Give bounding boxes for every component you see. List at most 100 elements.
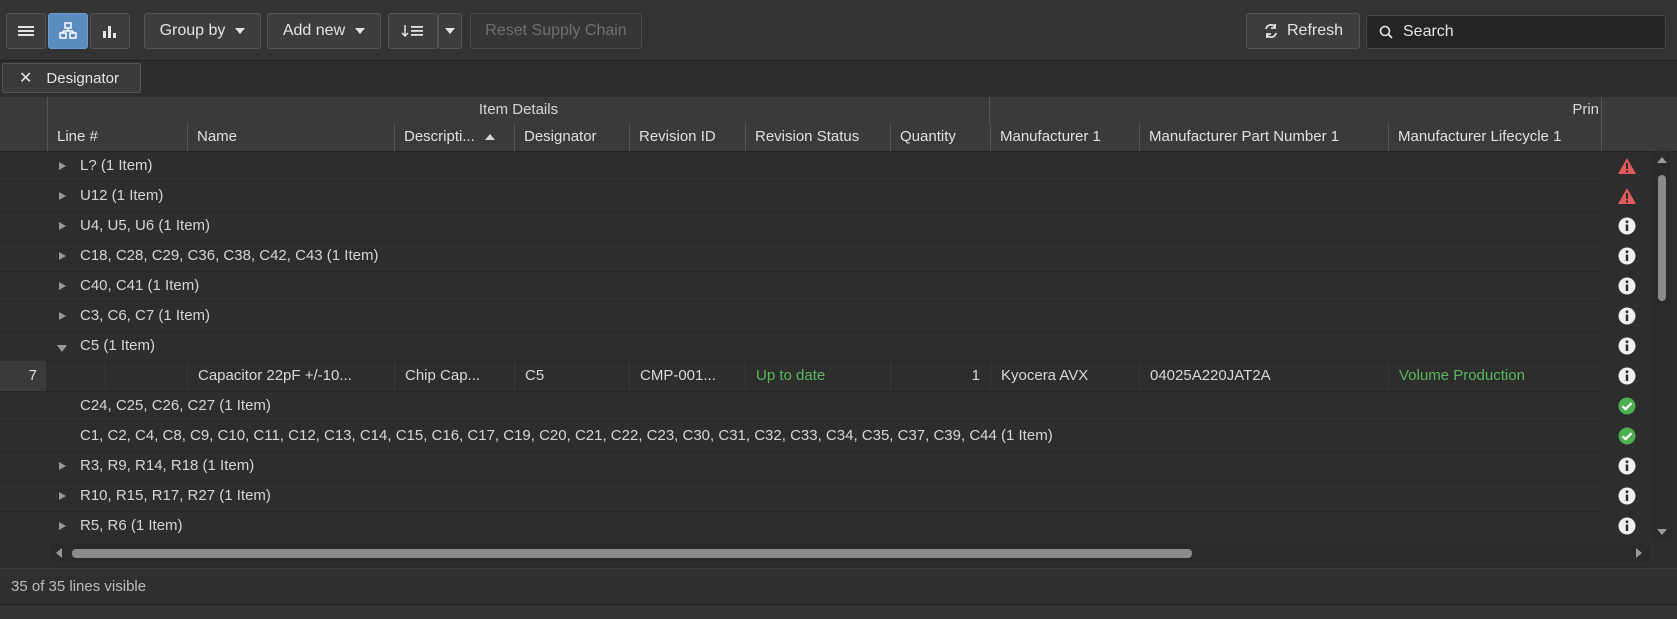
collapsed-triangle-icon[interactable] <box>59 282 66 290</box>
scroll-down-arrow[interactable] <box>1657 529 1667 535</box>
scroll-left-arrow[interactable] <box>56 548 62 558</box>
tree-view-icon <box>59 22 77 39</box>
sort-dropdown-button[interactable] <box>438 13 462 49</box>
revision-id-cell: CMP-001... <box>629 361 745 391</box>
info-icon <box>1617 486 1637 506</box>
lines-visible-text: 35 of 35 lines visible <box>11 578 147 595</box>
refresh-label: Refresh <box>1286 22 1344 39</box>
designator-filter-chip[interactable]: ✕ Designator <box>2 63 141 93</box>
horizontal-scrollbar[interactable] <box>50 544 1650 562</box>
group-by-dropdown[interactable]: Group by <box>144 13 261 49</box>
toolbar: Group by Add new Reset Supply Chain Refr… <box>0 0 1677 61</box>
quantity-cell: 1 <box>890 361 990 391</box>
reset-supply-chain-button[interactable]: Reset Supply Chain <box>470 13 642 49</box>
collapsed-triangle-icon[interactable] <box>59 192 66 200</box>
group-row-label: R5, R6 (1 Item) <box>80 517 183 534</box>
column-header-mpn[interactable]: Manufacturer Part Number 1 <box>1139 123 1388 151</box>
list-view-icon <box>18 26 34 36</box>
group-row[interactable]: C40, C41 (1 Item) <box>0 271 1600 302</box>
collapsed-triangle-icon[interactable] <box>59 492 66 500</box>
group-row[interactable]: L? (1 Item) <box>0 151 1600 182</box>
vertical-scroll-thumb[interactable] <box>1658 175 1666 301</box>
tree-view-button[interactable] <box>48 13 88 49</box>
group-row-label: C18, C28, C29, C36, C38, C42, C43 (1 Ite… <box>80 247 379 264</box>
group-row-label: C5 (1 Item) <box>80 337 156 354</box>
refresh-icon <box>1265 24 1277 38</box>
search-box <box>1366 15 1666 49</box>
filter-bar: ✕ Designator <box>0 61 1677 97</box>
expanded-triangle-icon[interactable] <box>57 345 67 352</box>
designator-cell: C5 <box>514 361 629 391</box>
group-row[interactable]: C1, C2, C4, C8, C9, C10, C11, C12, C13, … <box>0 421 1600 452</box>
info-icon <box>1617 516 1637 536</box>
status-column <box>1603 151 1651 541</box>
info-icon <box>1617 276 1637 296</box>
item-row[interactable]: 7 Capacitor 22pF +/-10... Chip Cap... C5 CMP… <box>0 361 1600 392</box>
group-row[interactable]: C18, C28, C29, C36, C38, C42, C43 (1 Ite… <box>0 241 1600 272</box>
search-input[interactable] <box>1401 22 1645 42</box>
info-icon <box>1617 336 1637 356</box>
add-new-dropdown[interactable]: Add new <box>267 13 381 49</box>
group-by-label: Group by <box>159 22 226 39</box>
column-header-name[interactable]: Name <box>187 123 394 151</box>
column-header-manufacturer[interactable]: Manufacturer 1 <box>990 123 1139 151</box>
collapsed-triangle-icon[interactable] <box>59 522 66 530</box>
group-header-label: Item Details <box>478 101 559 118</box>
refresh-button[interactable]: Refresh <box>1246 13 1360 49</box>
collapsed-triangle-icon[interactable] <box>59 462 66 470</box>
group-row[interactable]: R10, R15, R17, R27 (1 Item) <box>0 481 1600 512</box>
group-row-label: C40, C41 (1 Item) <box>80 277 200 294</box>
group-row[interactable]: R5, R6 (1 Item) <box>0 511 1600 541</box>
add-new-label: Add new <box>282 22 346 39</box>
group-row[interactable]: C24, C25, C26, C27 (1 Item) <box>0 391 1600 422</box>
info-icon <box>1617 366 1637 386</box>
scroll-right-arrow[interactable] <box>1636 548 1642 558</box>
group-row[interactable]: C5 (1 Item) <box>0 331 1600 362</box>
vertical-scrollbar[interactable] <box>1653 151 1671 541</box>
column-header-lifecycle[interactable]: Manufacturer Lifecycle 1 <box>1388 123 1602 151</box>
column-header-designator[interactable]: Designator <box>514 123 629 151</box>
collapsed-triangle-icon[interactable] <box>59 312 66 320</box>
scroll-up-arrow[interactable] <box>1657 157 1667 163</box>
chevron-down-icon <box>235 28 246 34</box>
column-header-row: Line # Name Descripti... Designator Revi… <box>0 123 1677 152</box>
bar-chart-icon <box>103 26 116 38</box>
column-header-line[interactable]: Line # <box>47 123 187 151</box>
info-icon <box>1617 306 1637 326</box>
column-header-description[interactable]: Descripti... <box>394 123 514 151</box>
group-row[interactable]: R3, R9, R14, R18 (1 Item) <box>0 451 1600 482</box>
revision-status-cell: Up to date <box>745 361 890 391</box>
column-header-quantity[interactable]: Quantity <box>890 123 990 151</box>
row-spacer-cell <box>105 361 187 391</box>
chevron-down-icon <box>445 28 455 34</box>
group-row-label: U12 (1 Item) <box>80 187 164 204</box>
group-row[interactable]: U4, U5, U6 (1 Item) <box>0 211 1600 242</box>
mpn-cell: 04025A220JAT2A <box>1139 361 1388 391</box>
list-view-button[interactable] <box>6 13 46 49</box>
status-bar: 35 of 35 lines visible <box>0 568 1677 604</box>
warning-icon <box>1617 186 1637 206</box>
name-cell: Capacitor 22pF +/-10... <box>187 361 394 391</box>
group-row[interactable]: U12 (1 Item) <box>0 181 1600 212</box>
horizontal-scroll-thumb[interactable] <box>72 549 1192 558</box>
group-row-label: R10, R15, R17, R27 (1 Item) <box>80 487 271 504</box>
column-header-revision-status[interactable]: Revision Status <box>745 123 890 151</box>
chevron-down-icon <box>355 28 366 34</box>
group-row-label: C1, C2, C4, C8, C9, C10, C11, C12, C13, … <box>80 427 1053 444</box>
group-header-primary: Prin <box>990 97 1602 123</box>
group-row-label: R3, R9, R14, R18 (1 Item) <box>80 457 255 474</box>
close-icon[interactable]: ✕ <box>19 68 32 88</box>
collapsed-triangle-icon[interactable] <box>59 162 66 170</box>
chart-view-button[interactable] <box>90 13 130 49</box>
info-icon <box>1617 456 1637 476</box>
group-row-label: C24, C25, C26, C27 (1 Item) <box>80 397 271 414</box>
collapsed-triangle-icon[interactable] <box>59 222 66 230</box>
group-header-label: Prin <box>1572 101 1599 118</box>
reset-supply-chain-label: Reset Supply Chain <box>485 22 627 39</box>
group-row[interactable]: C3, C6, C7 (1 Item) <box>0 301 1600 332</box>
collapsed-triangle-icon[interactable] <box>59 252 66 260</box>
column-header-revision-id[interactable]: Revision ID <box>629 123 745 151</box>
warning-icon <box>1617 156 1637 176</box>
sort-button[interactable] <box>388 13 438 49</box>
sort-icon <box>401 25 423 38</box>
